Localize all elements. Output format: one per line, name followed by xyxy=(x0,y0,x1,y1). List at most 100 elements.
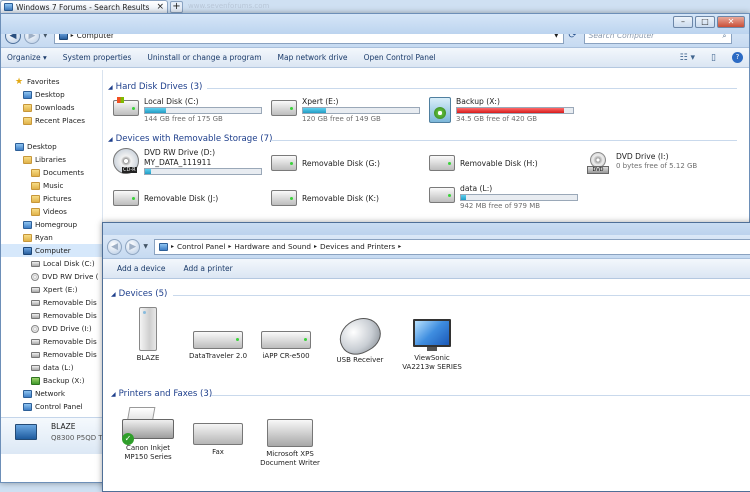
open-control-panel-button[interactable]: Open Control Panel xyxy=(364,53,436,62)
nav-network[interactable]: Network xyxy=(1,387,102,400)
removable-storage-header[interactable]: ◢ Devices with Removable Storage (7) xyxy=(108,134,272,144)
section-divider xyxy=(207,88,737,89)
devices-navbar: ◀ ▶ ▼ ▸ Control Panel ▸ Hardware and Sou… xyxy=(103,235,750,259)
drive-usage-bar xyxy=(144,168,262,175)
music-icon xyxy=(31,181,40,190)
details-description: Q8300 P5QD Tu xyxy=(51,434,106,442)
close-button[interactable]: ✕ xyxy=(717,16,745,28)
nav-recent-places[interactable]: Recent Places xyxy=(1,114,102,127)
device-datatraveler[interactable]: DataTraveler 2.0 xyxy=(187,331,249,361)
drive-l[interactable]: data (L:) 942 MB free of 979 MB xyxy=(429,184,578,210)
maximize-button[interactable]: □ xyxy=(695,16,715,28)
drive-d[interactable]: CD-R DVD RW Drive (D:) MY_DATA_111911 xyxy=(113,148,262,175)
view-options-icon[interactable]: ☷ ▾ xyxy=(680,53,695,63)
breadcrumb-chevron-icon[interactable]: ▸ xyxy=(314,243,317,250)
nav-removable-4[interactable]: Removable Dis xyxy=(1,348,102,361)
preview-pane-icon[interactable]: ▯ xyxy=(711,53,716,63)
minimize-button[interactable]: – xyxy=(673,16,693,28)
breadcrumb-control-panel[interactable]: Control Panel xyxy=(177,242,225,251)
breadcrumb-chevron-icon[interactable]: ▸ xyxy=(228,243,231,250)
drive-free-space: 120 GB free of 149 GB xyxy=(302,115,381,123)
collapse-icon[interactable]: ◢ xyxy=(111,391,116,398)
nav-desktop[interactable]: Desktop xyxy=(1,88,102,101)
collapse-icon[interactable]: ◢ xyxy=(111,291,116,298)
drive-name: Removable Disk (H:) xyxy=(460,159,538,168)
nav-libraries[interactable]: Libraries xyxy=(1,153,102,166)
nav-documents[interactable]: Documents xyxy=(1,166,102,179)
dvd-icon xyxy=(31,324,39,333)
forward-button[interactable]: ▶ xyxy=(125,238,141,255)
drive-c[interactable]: Local Disk (C:) 144 GB free of 175 GB xyxy=(113,97,262,123)
usb-drive-icon xyxy=(193,331,243,349)
faded-browser-address: www.sevenforums.com xyxy=(188,2,270,10)
card-reader-icon xyxy=(261,331,311,349)
nav-favorites[interactable]: ★ Favorites xyxy=(1,75,102,88)
nav-desktop-root[interactable]: Desktop xyxy=(1,140,102,153)
nav-downloads[interactable]: Downloads xyxy=(1,101,102,114)
nav-computer[interactable]: Computer xyxy=(1,244,102,257)
nav-removable-1[interactable]: Removable Dis xyxy=(1,296,102,309)
drive-name: DVD Drive (I:) xyxy=(616,152,669,161)
help-icon[interactable]: ? xyxy=(732,52,743,63)
drive-g[interactable]: Removable Disk (G:) xyxy=(271,155,380,171)
nav-data-l[interactable]: data (L:) xyxy=(1,361,102,374)
explorer-titlebar[interactable]: – □ ✕ xyxy=(1,14,749,34)
drive-free-space: 34.5 GB free of 420 GB xyxy=(456,115,538,123)
organize-button[interactable]: Organize ▾ xyxy=(7,53,47,62)
nav-removable-2[interactable]: Removable Dis xyxy=(1,309,102,322)
map-network-drive-button[interactable]: Map network drive xyxy=(278,53,348,62)
control-panel-icon xyxy=(23,402,32,411)
nav-local-disk-c[interactable]: Local Disk (C:) xyxy=(1,257,102,270)
removable-drive-icon xyxy=(31,338,40,345)
nav-homegroup[interactable]: Homegroup xyxy=(1,218,102,231)
collapse-icon[interactable]: ◢ xyxy=(108,84,113,91)
history-dropdown-icon[interactable]: ▼ xyxy=(143,243,148,250)
removable-drive-icon xyxy=(429,155,455,171)
breadcrumb-chevron-icon[interactable]: ▸ xyxy=(398,243,401,250)
add-device-button[interactable]: Add a device xyxy=(117,264,166,273)
hard-disk-drives-header[interactable]: ◢ Hard Disk Drives (3) xyxy=(108,82,202,92)
drive-h[interactable]: Removable Disk (H:) xyxy=(429,155,538,171)
device-usb-receiver[interactable]: USB Receiver xyxy=(329,311,391,365)
device-iapp[interactable]: iAPP CR-e500 xyxy=(255,331,317,361)
navigation-pane: ★ Favorites Desktop Downloads Recent Plac… xyxy=(1,70,103,430)
drive-j[interactable]: Removable Disk (J:) xyxy=(113,190,218,206)
collapse-icon[interactable]: ◢ xyxy=(108,136,113,143)
system-properties-button[interactable]: System properties xyxy=(63,53,132,62)
drive-i[interactable]: DVD DVD Drive (I:) 0 bytes free of 5.12 … xyxy=(587,152,697,174)
nav-backup-x[interactable]: Backup (X:) xyxy=(1,374,102,387)
back-button[interactable]: ◀ xyxy=(107,238,123,255)
browser-tab-title: Windows 7 Forums - Search Results xyxy=(16,2,150,12)
dvd-drive-icon: DVD xyxy=(587,152,611,174)
breadcrumb-devices-printers[interactable]: Devices and Printers xyxy=(320,242,395,251)
add-printer-button[interactable]: Add a printer xyxy=(184,264,233,273)
nav-music[interactable]: Music xyxy=(1,179,102,192)
drive-x[interactable]: Backup (X:) 34.5 GB free of 420 GB xyxy=(429,97,574,123)
drive-icon xyxy=(271,100,297,116)
uninstall-button[interactable]: Uninstall or change a program xyxy=(147,53,261,62)
browser-tab[interactable]: Windows 7 Forums - Search Results × xyxy=(0,0,168,13)
breadcrumb-hardware-sound[interactable]: Hardware and Sound xyxy=(234,242,311,251)
printer-xps[interactable]: Microsoft XPS Document Writer xyxy=(259,419,321,468)
devices-header[interactable]: ◢ Devices (5) xyxy=(111,289,167,299)
nav-removable-3[interactable]: Removable Dis xyxy=(1,335,102,348)
nav-pictures[interactable]: Pictures xyxy=(1,192,102,205)
nav-dvd-drive-i[interactable]: DVD Drive (I:) xyxy=(1,322,102,335)
devices-address-bar[interactable]: ▸ Control Panel ▸ Hardware and Sound ▸ D… xyxy=(153,238,750,255)
nav-videos[interactable]: Videos xyxy=(1,205,102,218)
printers-header[interactable]: ◢ Printers and Faxes (3) xyxy=(111,389,212,399)
new-tab-button[interactable]: + xyxy=(170,1,183,13)
printer-fax[interactable]: Fax xyxy=(187,423,249,457)
printer-canon[interactable]: ✓ Canon Inkjet MP150 Series xyxy=(117,407,179,462)
nav-control-panel[interactable]: Control Panel xyxy=(1,400,102,413)
drive-e[interactable]: Xpert (E:) 120 GB free of 149 GB xyxy=(271,97,420,123)
device-viewsonic[interactable]: ViewSonic VA2213w SERIES xyxy=(401,319,463,372)
nav-dvd-rw-drive[interactable]: DVD RW Drive ( xyxy=(1,270,102,283)
device-blaze[interactable]: BLAZE xyxy=(123,307,173,363)
drive-k[interactable]: Removable Disk (K:) xyxy=(271,190,379,206)
nav-xpert-e[interactable]: Xpert (E:) xyxy=(1,283,102,296)
tab-close-icon[interactable]: × xyxy=(156,2,167,12)
removable-drive-icon xyxy=(31,299,40,306)
nav-user[interactable]: Ryan xyxy=(1,231,102,244)
breadcrumb-chevron-icon[interactable]: ▸ xyxy=(171,243,174,250)
